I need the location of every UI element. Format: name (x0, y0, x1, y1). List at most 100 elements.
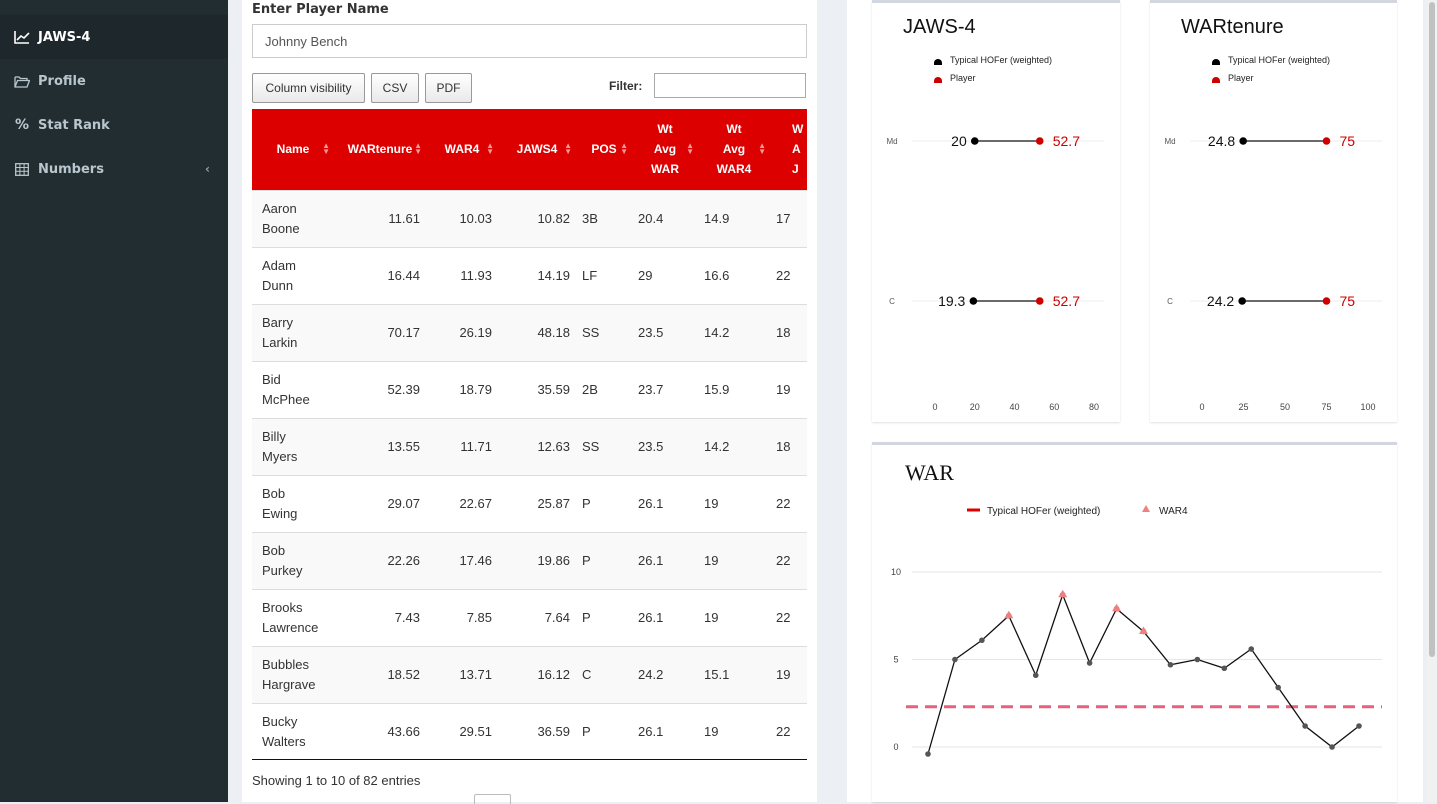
sidebar-item-jaws4[interactable]: JAWS-4 (0, 15, 228, 59)
table-row[interactable]: Bid McPhee 52.39 18.79 35.59 2B 23.7 15.9 19 (252, 361, 807, 418)
pos-cell: LF (582, 267, 598, 283)
typical-value-label: 19.3 (938, 293, 965, 309)
player-point (1035, 297, 1044, 305)
name-part: Bucky (262, 713, 298, 729)
wt-avg-war4-cell: 14.2 (704, 324, 730, 340)
sidebar-item-stat-rank[interactable]: % Stat Rank (0, 103, 228, 147)
wt-avg-jaws4-cell: 22 (776, 609, 791, 625)
wt-avg-jaws4-cell: 17 (776, 210, 791, 226)
x-tick-label: 20 (970, 402, 980, 412)
wt-avg-war4-cell: 15.9 (704, 381, 730, 397)
name-cell: Bucky Walters (252, 703, 334, 760)
wartenure-cell: 13.55 (387, 438, 420, 454)
wt-avg-jaws4-cell: 18 (776, 438, 791, 454)
war-chart-card: WAR Typical HOFer (weighted) WAR4 0 5 10 (872, 442, 1397, 802)
player-point (1035, 137, 1044, 145)
scrollbar-thumb[interactable] (1429, 2, 1435, 657)
war4-cell: 26.19 (459, 324, 492, 340)
war4-cell: 18.79 (459, 381, 492, 397)
jaws4-cell: 19.86 (537, 552, 570, 568)
wt-avg-war4-cell: 15.1 (704, 666, 730, 682)
col-header-pos[interactable]: POS ▲ ▼ (576, 109, 632, 190)
sidebar-item-label: Numbers (38, 161, 104, 177)
war-point (952, 656, 958, 663)
war4-cell: 22.67 (459, 495, 492, 511)
col-header-name[interactable]: Name ▲ ▼ (252, 109, 334, 190)
jaws4-cell: 14.19 (537, 267, 570, 283)
wt-avg-war-cell: 26.1 (638, 495, 664, 511)
player-name-input[interactable]: Johnny Bench (252, 24, 807, 58)
table-row[interactable]: Brooks Lawrence 7.43 7.85 7.64 P 26.1 19 22 (252, 589, 807, 646)
table-row[interactable]: Aaron Boone 11.61 10.03 10.82 3B 20.4 14.9 17 (252, 190, 807, 247)
table-icon (14, 161, 30, 177)
name-part: McPhee (262, 391, 310, 407)
column-visibility-button[interactable]: Column visibility (252, 73, 365, 103)
sidebar-item-label: JAWS-4 (38, 29, 91, 45)
war-point (1329, 744, 1335, 750)
col-header-wt-avg-war4[interactable]: Wt Avg WAR4 ▲ ▼ (698, 109, 770, 190)
y-tick-label: 0 (893, 742, 898, 752)
wt-avg-war-cell: 23.5 (638, 438, 664, 454)
wt-avg-war4-cell: 14.9 (704, 210, 730, 226)
name-part: Larkin (262, 334, 298, 350)
wt-avg-war4-cell: 16.6 (704, 267, 730, 283)
wt-avg-war-cell: 26.1 (638, 609, 664, 625)
wt-avg-war-cell: 26.1 (638, 552, 664, 568)
table-row[interactable]: Bucky Walters 43.66 29.51 36.59 P 26.1 19 22 (252, 703, 807, 760)
wartenure-chart-card: WARtenure Typical HOFer (weighted) Player… (1150, 0, 1397, 422)
x-tick-label: 75 (1321, 402, 1331, 412)
pdf-button[interactable]: PDF (425, 73, 472, 103)
col-header-jaws4[interactable]: JAWS4 ▲ ▼ (498, 109, 576, 190)
war-point (1086, 660, 1093, 666)
vertical-scrollbar[interactable] (1427, 0, 1437, 802)
filter-input[interactable] (654, 73, 806, 98)
table-bottom-border (252, 759, 807, 760)
jaws4-cell: 36.59 (537, 723, 570, 739)
table-row[interactable]: Bob Ewing 29.07 22.67 25.87 P 26.1 19 22 (252, 475, 807, 532)
x-tick-label: 0 (932, 402, 937, 412)
wt-avg-jaws4-cell: 22 (776, 267, 791, 283)
wt-avg-jaws4-cell: 22 (776, 723, 791, 739)
pos-cell: 2B (582, 381, 598, 397)
name-cell: Bob Purkey (252, 532, 334, 589)
typical-value-label: 24.8 (1208, 133, 1235, 149)
col-header-wt-avg-jaws4[interactable]: W A J (770, 109, 807, 190)
wartenure-cell: 7.43 (394, 609, 420, 625)
table-row[interactable]: Billy Myers 13.55 11.71 12.63 SS 23.5 14.2 18 (252, 418, 807, 475)
name-cell: Bubbles Hargrave (252, 646, 334, 703)
name-part: Walters (262, 733, 306, 749)
col-header-war4[interactable]: WAR4 ▲ ▼ (426, 109, 498, 190)
csv-button[interactable]: CSV (371, 73, 419, 103)
table-row[interactable]: Bob Purkey 22.26 17.46 19.86 P 26.1 19 22 (252, 532, 807, 589)
chevron-left-icon[interactable]: ‹ (205, 162, 210, 176)
table-row[interactable]: Bubbles Hargrave 18.52 13.71 16.12 C 24.2 15.1 1… (252, 646, 807, 703)
y-tick-label: 10 (891, 567, 901, 577)
name-cell: Billy Myers (252, 418, 334, 475)
table-row[interactable]: Barry Larkin 70.17 26.19 48.18 SS 23.5 14.2 18 (252, 304, 807, 361)
col-header-wt-avg-war[interactable]: Wt Avg WAR ▲ ▼ (632, 109, 698, 190)
war4-point (1058, 589, 1068, 598)
page-length-select[interactable] (474, 794, 511, 804)
col-header-wartenure[interactable]: WARtenure ▲ ▼ (334, 109, 426, 190)
wt-avg-war4-cell: 19 (704, 495, 719, 511)
name-part: Bid (262, 371, 281, 387)
category-label: Md (1164, 137, 1175, 146)
x-tick-label: 0 (1199, 402, 1204, 412)
war-point (979, 637, 985, 644)
jaws4-cell: 25.87 (537, 495, 570, 511)
typical-value-label: 24.2 (1207, 293, 1234, 309)
line-chart-icon (14, 29, 30, 45)
war4-cell: 7.85 (466, 609, 492, 625)
category-label: Md (886, 137, 897, 146)
war4-point (1004, 610, 1014, 619)
sidebar-item-numbers[interactable]: Numbers ‹ (0, 147, 228, 191)
name-part: Hargrave (262, 676, 316, 692)
x-tick-label: 40 (1009, 402, 1019, 412)
table-row[interactable]: Adam Dunn 16.44 11.93 14.19 LF 29 16.6 22 (252, 247, 807, 304)
sidebar-item-profile[interactable]: Profile (0, 59, 228, 103)
jaws4-cell: 35.59 (537, 381, 570, 397)
legend-label: Player (950, 73, 976, 83)
war-point (1248, 646, 1255, 652)
war4-point (1112, 603, 1122, 612)
jaws4-cell: 10.82 (537, 210, 570, 226)
